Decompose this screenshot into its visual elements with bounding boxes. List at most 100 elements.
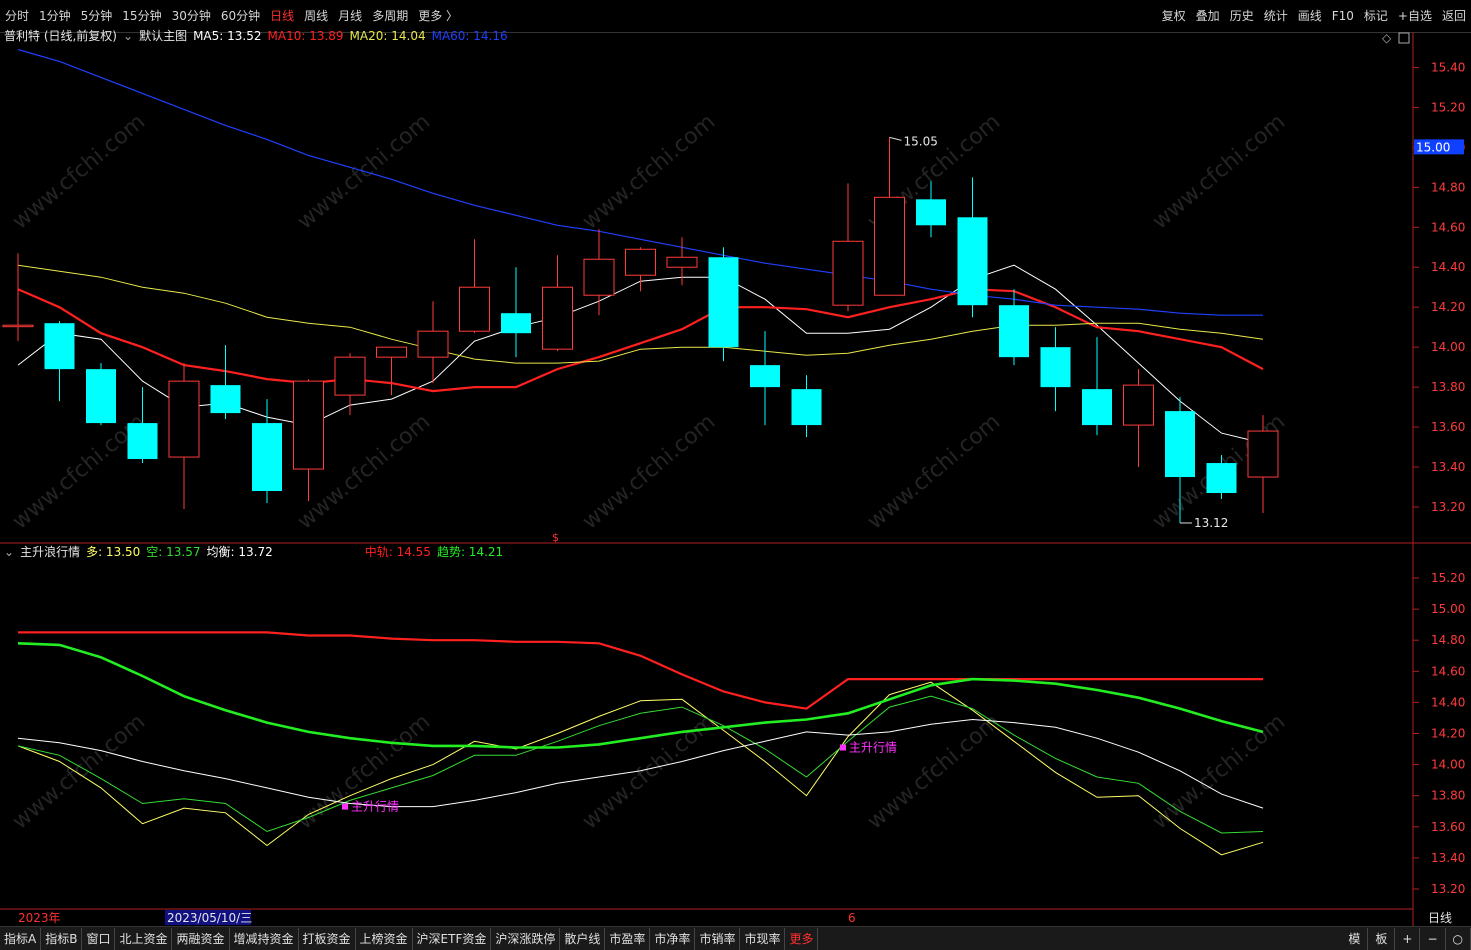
- y-tick-label: 13.40: [1431, 851, 1465, 865]
- ma60-legend: MA60: 14.16: [431, 29, 508, 43]
- watermark-text: www.cfchi.com: [293, 109, 435, 234]
- low-annotation: 13.12: [1194, 516, 1228, 530]
- signal-label: 主升行情: [849, 740, 897, 754]
- candle-body: [1206, 463, 1237, 494]
- stock-title[interactable]: 普利特 (日线,前复权): [4, 28, 117, 44]
- ma-line-ma5: [17, 264, 1264, 444]
- month-label: 6: [848, 911, 856, 925]
- watermark-text: www.cfchi.com: [578, 709, 720, 834]
- indicator-tab[interactable]: 市现率: [740, 927, 786, 950]
- y-tick-label: 13.80: [1431, 380, 1465, 394]
- watermark-text: www.cfchi.com: [863, 409, 1005, 534]
- y-tick-label: 13.20: [1431, 500, 1465, 514]
- candle-body: [832, 240, 864, 306]
- ma10-legend: MA10: 13.89: [267, 29, 344, 43]
- y-tick-label: 15.20: [1431, 100, 1465, 114]
- y-tick-label: 14.60: [1431, 220, 1465, 234]
- tabbar-control-button[interactable]: +: [1395, 927, 1421, 950]
- indicator-tab[interactable]: 指标A: [0, 927, 42, 950]
- y-tick-label: 13.60: [1431, 420, 1465, 434]
- candle-body: [459, 286, 490, 332]
- ma5-legend: MA5: 13.52: [193, 29, 262, 43]
- watermark-text: www.cfchi.com: [1148, 709, 1290, 834]
- candle-body: [168, 380, 200, 458]
- candle-body: [791, 389, 822, 426]
- ma-line-ma10: [17, 288, 1264, 393]
- y-tick-label: 13.60: [1431, 820, 1465, 834]
- tabbar-control-button[interactable]: 模: [1341, 927, 1369, 950]
- indicator-legend: ⌄ 主升浪行情 多: 13.50 空: 13.57 均衡: 13.72 中轨: …: [4, 544, 503, 560]
- y-tick-label: 14.20: [1431, 727, 1465, 741]
- candle-body: [666, 256, 698, 268]
- candle-body: [1165, 411, 1195, 478]
- y-tick-label: 14.80: [1431, 180, 1465, 194]
- candle-body: [1247, 430, 1279, 478]
- candle-body: [750, 365, 780, 388]
- watermark-text: www.cfchi.com: [863, 709, 1005, 834]
- candle-body: [210, 385, 241, 414]
- indicator-tabs: 指标A 指标B 窗口 北上资金 两融资金 增减持资金 打板资金 上榜资金 沪深ETF资金 沪深涨跌…: [0, 927, 819, 950]
- chart-style-label[interactable]: 默认主图: [139, 28, 187, 44]
- high-marker-line: [889, 136, 902, 141]
- indicator-tabbar: 指标A 指标B 窗口 北上资金 两融资金 增减持资金 打板资金 上榜资金 沪深ETF资金 沪深涨跌…: [0, 926, 1471, 950]
- candle-body: [1040, 347, 1071, 388]
- indicator-tab[interactable]: 市净率: [650, 927, 696, 950]
- watermark-text: www.cfchi.com: [578, 409, 720, 534]
- tabbar-control-button[interactable]: −: [1420, 927, 1446, 950]
- trend-legend: 趋势: 14.21: [436, 545, 504, 559]
- indicator-tab[interactable]: 窗口: [82, 927, 116, 950]
- candle-body: [417, 330, 449, 358]
- candle-body: [1123, 384, 1154, 426]
- high-annotation: 15.05: [904, 134, 938, 148]
- candle-body: [916, 199, 946, 226]
- indicator-tab[interactable]: 两融资金: [172, 927, 230, 950]
- chevron-down-icon[interactable]: ⌄: [4, 544, 14, 560]
- indicator-tab[interactable]: 增减持资金: [230, 927, 299, 950]
- candle-body: [999, 305, 1029, 358]
- signal-label: 主升行情: [351, 800, 399, 814]
- tabbar-control-button[interactable]: ○: [1446, 927, 1471, 950]
- event-marker-icon: $: [552, 531, 559, 544]
- indicator-tab[interactable]: 上榜资金: [356, 927, 413, 950]
- tabbar-control-button[interactable]: 板: [1368, 927, 1396, 950]
- indicator-tab[interactable]: 北上资金: [115, 927, 173, 950]
- candle-body: [293, 380, 324, 470]
- duo-legend: 多: 13.50: [86, 545, 141, 559]
- candle-body: [252, 423, 282, 492]
- candle-body: [376, 346, 407, 358]
- candle-body: [583, 258, 615, 296]
- date-label: 2023/05/10/三: [167, 911, 252, 925]
- y-tick-label: 15.40: [1431, 60, 1465, 74]
- indicator-line: [17, 642, 1264, 749]
- indicator-name[interactable]: 主升浪行情: [20, 544, 80, 560]
- candle-body: [957, 217, 988, 306]
- indicator-tab[interactable]: 市盈率: [605, 927, 651, 950]
- y-tick-label: 15.20: [1431, 571, 1465, 585]
- y-tick-label: 14.20: [1431, 300, 1465, 314]
- indicator-tab[interactable]: 沪深涨跌停: [491, 927, 561, 950]
- chevron-down-icon[interactable]: ⌄: [123, 28, 133, 44]
- candle-body: [44, 323, 75, 370]
- signal-marker: [840, 744, 846, 751]
- price-tag-label: 15.00: [1416, 140, 1450, 154]
- stock-chart[interactable]: www.cfchi.com www.cfchi.com www.cfchi.com w…: [0, 0, 1471, 926]
- indicator-tab[interactable]: 更多: [785, 927, 819, 950]
- watermark-text: www.cfchi.com: [1148, 109, 1290, 234]
- y-tick-label: 14.40: [1431, 260, 1465, 274]
- candle-body: [708, 257, 739, 348]
- indicator-tab[interactable]: 指标B: [41, 927, 83, 950]
- mid-legend: 中轨: 14.55: [364, 545, 431, 559]
- indicator-tab[interactable]: 打板资金: [299, 927, 356, 950]
- ma20-legend: MA20: 14.04: [349, 29, 426, 43]
- period-label: 日线: [1428, 911, 1452, 925]
- indicator-tab[interactable]: 沪深ETF资金: [413, 927, 492, 950]
- diamond-icon: ◇: [1382, 31, 1392, 45]
- indicator-tab[interactable]: 市销率: [695, 927, 741, 950]
- panel-icon: [1398, 32, 1410, 44]
- candle-body: [1082, 389, 1112, 426]
- kong-legend: 空: 13.57: [146, 545, 201, 559]
- y-tick-label: 15.00: [1431, 602, 1465, 616]
- indicator-line: [18, 631, 1263, 710]
- main-chart-legend: 普利特 (日线,前复权) ⌄ 默认主图 MA5: 13.52 MA10: 13.…: [4, 28, 508, 44]
- indicator-tab[interactable]: 散户线: [560, 927, 606, 950]
